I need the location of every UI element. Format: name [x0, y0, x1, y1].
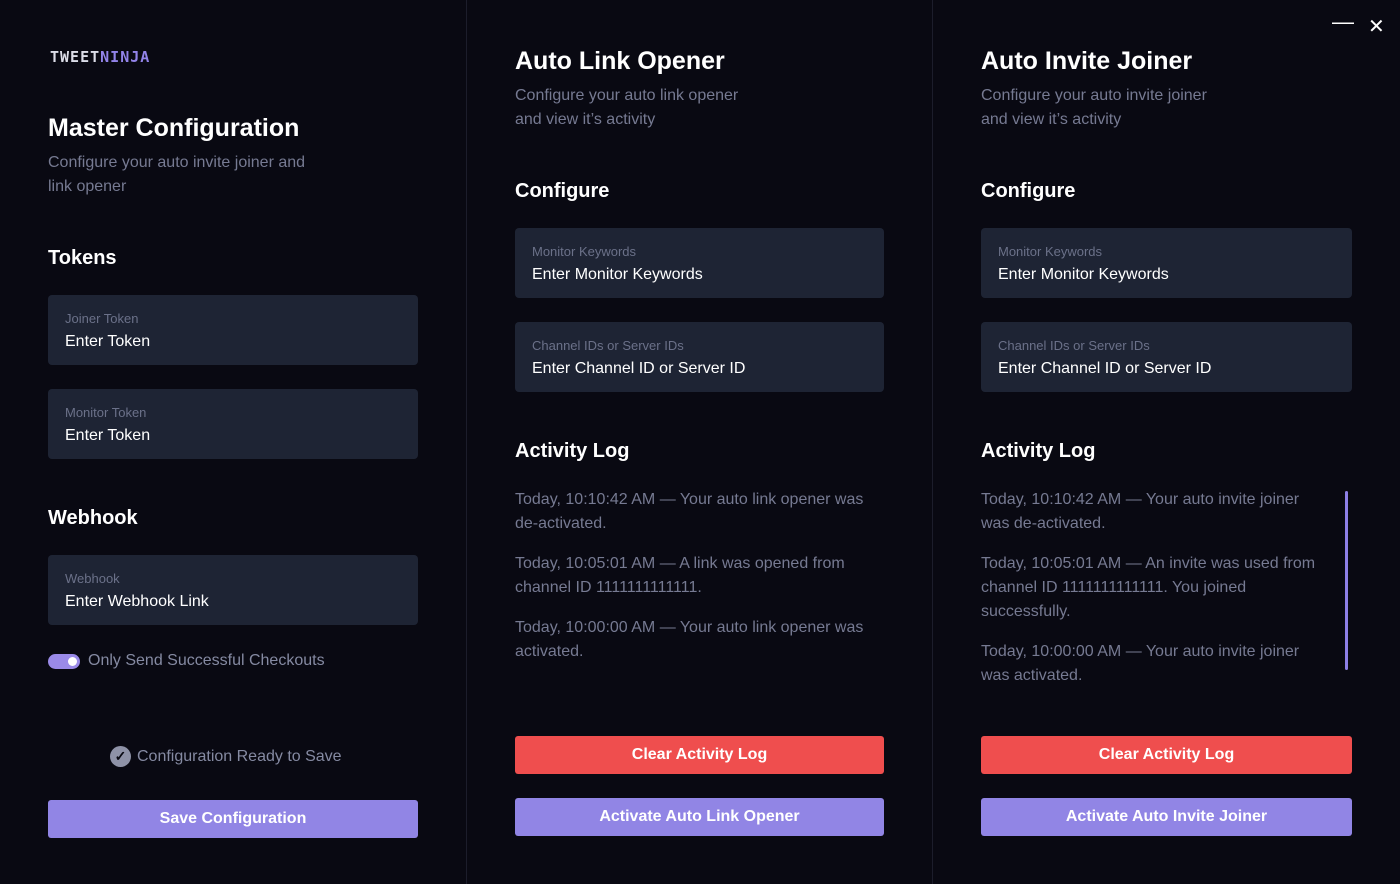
master-configuration-panel: TWEETNINJA Master Configuration Configur…: [0, 0, 466, 884]
joiner-token-label: Joiner Token: [65, 311, 139, 326]
monitor-token-field[interactable]: Monitor Token Enter Token: [48, 389, 418, 459]
keywords-input[interactable]: Enter Monitor Keywords: [998, 266, 1335, 284]
invite-joiner-activity-log: Today, 10:10:42 AM — Your auto invite jo…: [981, 488, 1326, 688]
channels-label: Channel IDs or Server IDs: [998, 338, 1150, 353]
invite-joiner-title: Auto Invite Joiner: [981, 47, 1193, 75]
link-opener-title: Auto Link Opener: [515, 47, 725, 75]
invite-joiner-channels-field[interactable]: Channel IDs or Server IDs Enter Channel …: [981, 322, 1352, 392]
invite-joiner-keywords-field[interactable]: Monitor Keywords Enter Monitor Keywords: [981, 228, 1352, 298]
webhook-heading: Webhook: [48, 507, 138, 529]
channels-label: Channel IDs or Server IDs: [532, 338, 684, 353]
activate-invite-joiner-button[interactable]: Activate Auto Invite Joiner: [981, 798, 1352, 836]
link-opener-activity-log: Today, 10:10:42 AM — Your auto link open…: [515, 488, 880, 664]
logo-part-1: TWEET: [50, 48, 101, 66]
link-opener-log-heading: Activity Log: [515, 440, 630, 462]
save-configuration-button[interactable]: Save Configuration: [48, 800, 418, 838]
log-entry: Today, 10:10:42 AM — Your auto link open…: [515, 491, 864, 532]
monitor-token-input[interactable]: Enter Token: [65, 427, 401, 445]
webhook-label: Webhook: [65, 571, 120, 586]
successful-checkouts-label: Only Send Successful Checkouts: [88, 652, 325, 669]
ready-status-text: Configuration Ready to Save: [137, 747, 342, 765]
ready-status: ✓ Configuration Ready to Save: [110, 746, 342, 767]
link-opener-configure-heading: Configure: [515, 180, 610, 202]
auto-link-opener-panel: Auto Link Opener Configure your auto lin…: [467, 0, 932, 884]
keywords-input[interactable]: Enter Monitor Keywords: [532, 266, 867, 284]
keywords-label: Monitor Keywords: [532, 244, 637, 259]
joiner-token-field[interactable]: Joiner Token Enter Token: [48, 295, 418, 365]
joiner-token-input[interactable]: Enter Token: [65, 333, 401, 351]
invite-joiner-log-heading: Activity Log: [981, 440, 1096, 462]
link-opener-keywords-field[interactable]: Monitor Keywords Enter Monitor Keywords: [515, 228, 884, 298]
channels-input[interactable]: Enter Channel ID or Server ID: [532, 360, 867, 378]
activity-log-scrollbar[interactable]: [1345, 491, 1348, 670]
logo-part-2: NINJA: [100, 48, 151, 66]
invite-joiner-configure-heading: Configure: [981, 180, 1076, 202]
auto-invite-joiner-panel: Auto Invite Joiner Configure your auto i…: [933, 0, 1400, 884]
webhook-field[interactable]: Webhook Enter Webhook Link: [48, 555, 418, 625]
page-subtitle: Configure your auto invite joiner and li…: [48, 154, 306, 195]
keywords-label: Monitor Keywords: [998, 244, 1103, 259]
log-entry: Today, 10:00:00 AM — Your auto invite jo…: [981, 643, 1300, 684]
webhook-input[interactable]: Enter Webhook Link: [65, 593, 401, 611]
logo: TWEETNINJA: [50, 48, 150, 66]
successful-checkouts-toggle[interactable]: [48, 654, 80, 669]
log-entry: Today, 10:10:42 AM — Your auto invite jo…: [981, 491, 1300, 532]
tokens-heading: Tokens: [48, 247, 117, 269]
page-title: Master Configuration: [48, 114, 300, 142]
log-entry: Today, 10:05:01 AM — An invite was used …: [981, 555, 1316, 620]
log-entry: Today, 10:05:01 AM — A link was opened f…: [515, 555, 845, 596]
check-circle-icon: ✓: [110, 746, 131, 767]
log-entry: Today, 10:00:00 AM — Your auto link open…: [515, 619, 864, 660]
invite-joiner-clear-log-button[interactable]: Clear Activity Log: [981, 736, 1352, 774]
invite-joiner-subtitle: Configure your auto invite joiner and vi…: [981, 87, 1207, 128]
link-opener-clear-log-button[interactable]: Clear Activity Log: [515, 736, 884, 774]
toggle-knob: [68, 657, 77, 666]
activate-link-opener-button[interactable]: Activate Auto Link Opener: [515, 798, 884, 836]
link-opener-channels-field[interactable]: Channel IDs or Server IDs Enter Channel …: [515, 322, 884, 392]
channels-input[interactable]: Enter Channel ID or Server ID: [998, 360, 1335, 378]
monitor-token-label: Monitor Token: [65, 405, 147, 420]
link-opener-subtitle: Configure your auto link opener and view…: [515, 87, 739, 128]
